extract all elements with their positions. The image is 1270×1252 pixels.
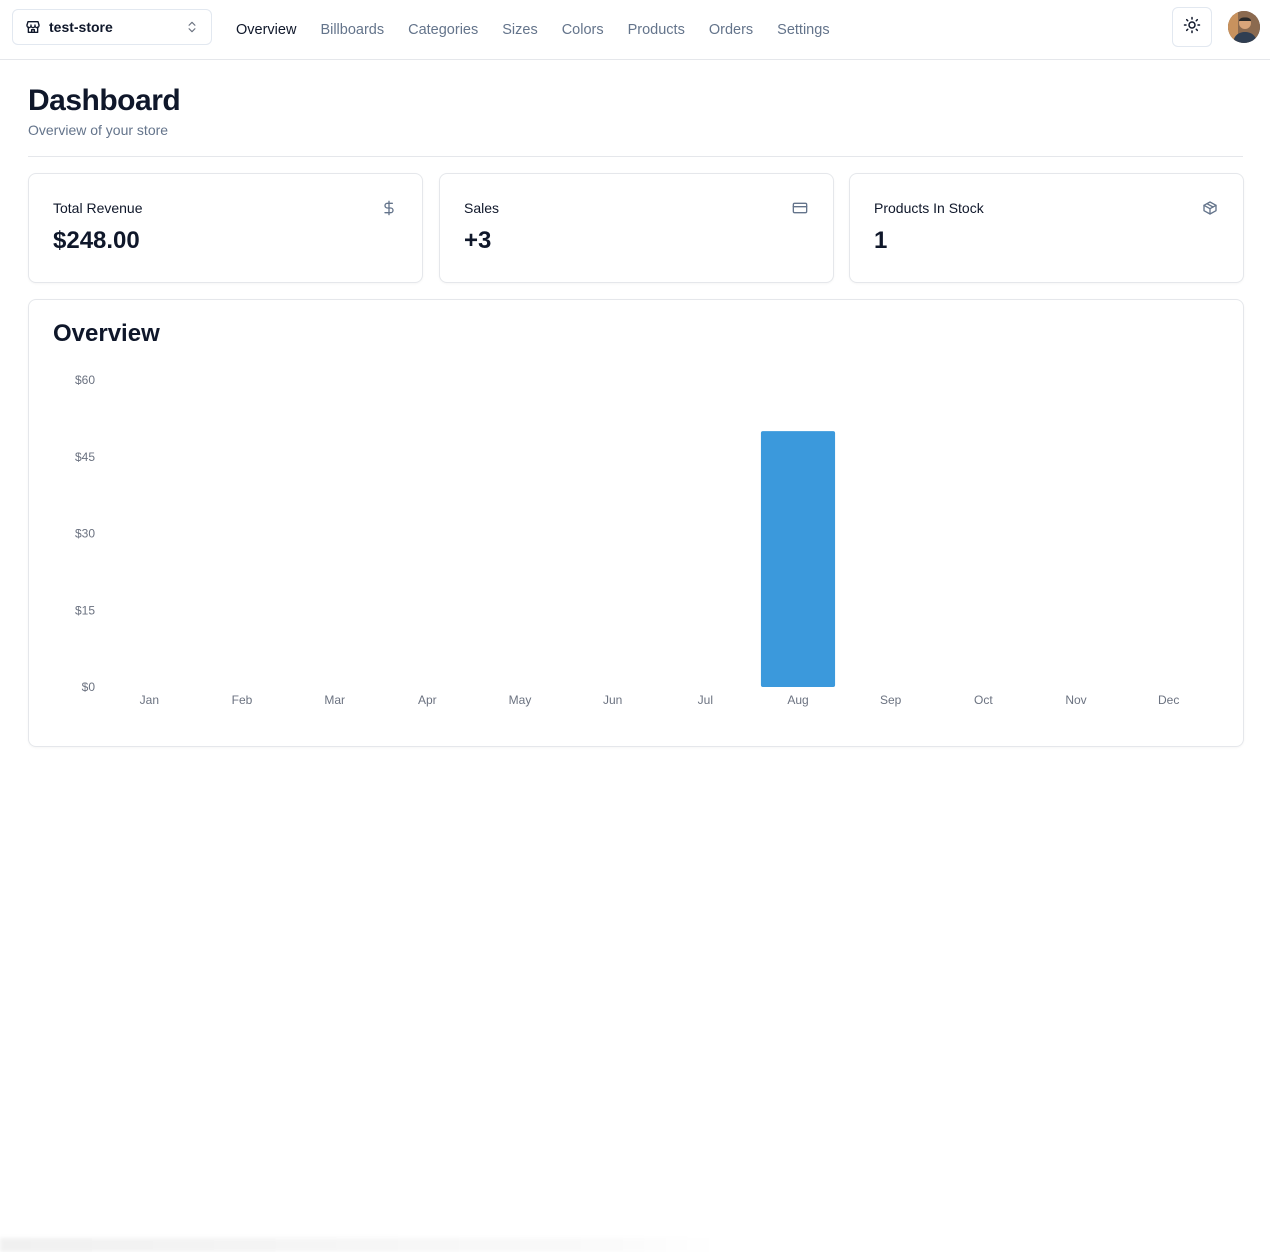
- page-subtitle: Overview of your store: [28, 122, 169, 138]
- nav-overview[interactable]: Overview: [236, 22, 296, 38]
- x-tick-label: Apr: [418, 693, 437, 707]
- x-tick-label: May: [509, 693, 532, 707]
- total-revenue-card: Total Revenue $248.00: [28, 173, 423, 283]
- nav-colors[interactable]: Colors: [562, 22, 604, 38]
- chevrons-up-down-icon: [185, 20, 199, 34]
- bar-aug: [760, 431, 836, 687]
- top-navbar: test-store Overview Billboards Categorie…: [0, 0, 1270, 60]
- store-icon: [25, 19, 41, 35]
- revenue-bar-chart: $0 $15 $30 $45 $60 Jan Feb Mar Apr May Jun Jul Aug Se…: [75, 373, 1179, 707]
- header-divider: [28, 156, 1243, 157]
- x-tick-label: Oct: [974, 693, 993, 707]
- store-name: test-store: [49, 19, 113, 35]
- x-tick-label: Nov: [1065, 693, 1086, 707]
- x-tick-label: Dec: [1158, 693, 1179, 707]
- sun-icon: [1183, 16, 1201, 39]
- x-tick-label: Sep: [880, 693, 902, 707]
- nav-sizes[interactable]: Sizes: [502, 22, 537, 38]
- y-tick-label: $15: [75, 603, 95, 617]
- x-tick-label: Jan: [140, 693, 159, 707]
- card-label: Products In Stock: [874, 200, 984, 216]
- overview-chart-card: Overview $0 $15 $30 $45 $60 Jan Feb Mar Apr May Ju…: [28, 299, 1244, 747]
- nav-billboards[interactable]: Billboards: [320, 22, 384, 38]
- x-tick-label: Jun: [603, 693, 622, 707]
- nav-settings[interactable]: Settings: [777, 22, 829, 38]
- package-icon: [1202, 200, 1218, 216]
- sales-card: Sales +3: [439, 173, 834, 283]
- y-tick-label: $0: [82, 680, 96, 694]
- card-label: Sales: [464, 200, 500, 216]
- y-tick-label: $60: [75, 373, 95, 387]
- nav-orders[interactable]: Orders: [709, 22, 753, 38]
- credit-card-icon: [792, 200, 808, 216]
- products-in-stock-card: Products In Stock 1: [849, 173, 1244, 283]
- nav-products[interactable]: Products: [628, 22, 685, 38]
- main-nav: Overview Billboards Categories Sizes Col…: [236, 0, 830, 60]
- page-title: Dashboard: [28, 84, 181, 117]
- x-tick-label: Aug: [787, 693, 808, 707]
- card-value: $248.00: [53, 227, 140, 254]
- x-tick-label: Feb: [232, 693, 253, 707]
- card-value: +3: [464, 227, 492, 254]
- card-label: Total Revenue: [53, 200, 143, 216]
- y-tick-label: $45: [75, 450, 95, 464]
- nav-categories[interactable]: Categories: [408, 22, 478, 38]
- theme-toggle-button[interactable]: [1172, 7, 1212, 47]
- dollar-sign-icon: [381, 200, 397, 216]
- bottom-edge-shadow: [0, 1238, 720, 1252]
- card-value: 1: [874, 227, 888, 254]
- store-switcher[interactable]: test-store: [12, 9, 212, 45]
- x-tick-label: Mar: [324, 693, 345, 707]
- user-avatar[interactable]: [1228, 11, 1260, 43]
- y-tick-label: $30: [75, 527, 95, 541]
- x-tick-label: Jul: [698, 693, 713, 707]
